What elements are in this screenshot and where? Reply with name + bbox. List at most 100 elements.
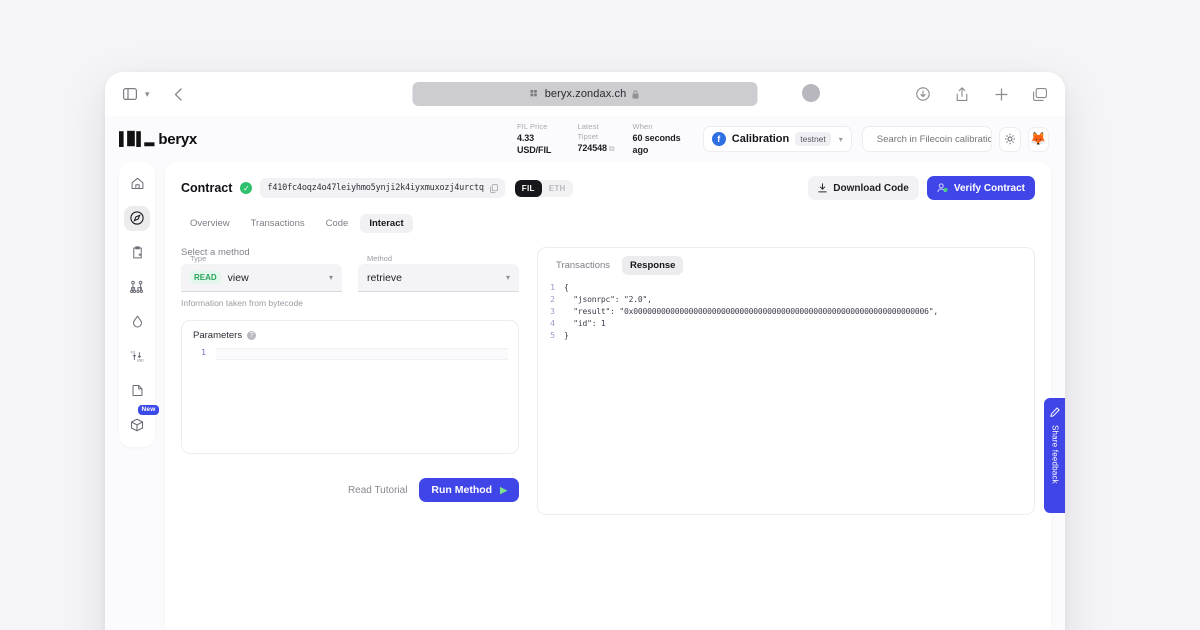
verify-icon [937,183,948,193]
tabs-icon[interactable] [1029,83,1051,105]
waveform-icon: ▌▊▌▂ [119,131,154,146]
sidebar-item-docs[interactable] [124,378,150,404]
wallet-extension-button[interactable]: 🦊 [1027,126,1050,152]
network-stats: FIL Price 4.33 USD/FIL Latest Tipset 724… [517,122,685,156]
code-line: 5 } [538,330,1034,342]
search-input[interactable] [876,133,992,145]
parameters-header: Parameters ? [182,321,518,348]
sidebar-item-home[interactable] [124,171,150,197]
sidebar-item-rates[interactable]: FIL USD [124,344,150,370]
contract-header: Contract ✓ f410fc4oqz4o47leiyhmo5ynji2k4… [181,176,1035,200]
line-number: 2 [550,295,555,304]
code-text: "result": "0x000000000000000000000000000… [564,307,938,316]
page-title: Contract [181,181,233,195]
settings-button[interactable] [999,126,1021,152]
line-number: 4 [550,319,555,328]
code-text: "id": 1 [564,319,606,328]
sidebar-item-contracts[interactable] [124,240,150,266]
network-tag: testnet [795,132,831,146]
hierarchy-icon [130,281,143,294]
tab-interact[interactable]: Interact [360,214,413,233]
code-line: 4 "id": 1 [538,318,1034,330]
stat-fil-price: FIL Price 4.33 USD/FIL [517,122,560,156]
select-method-label: Select a method [181,247,250,258]
download-icon[interactable] [912,83,934,105]
fox-icon: 🦊 [1030,131,1047,146]
download-code-label: Download Code [833,182,909,194]
sidebar-toggle-icon[interactable] [119,83,141,105]
new-badge: New [138,404,159,415]
svg-text:USD: USD [137,359,144,363]
network-selector[interactable]: f Calibration testnet ▾ [702,126,852,152]
logo-text: beryx [158,130,197,148]
sidebar-item-mempool[interactable] [124,275,150,301]
tab-code[interactable]: Code [317,214,358,233]
droplet-icon [132,315,142,328]
header-actions: Download Code Verify Contract [808,176,1035,200]
copy-icon[interactable]: ⧉ [609,144,615,153]
extensions-icon[interactable] [802,84,820,102]
browser-window: ▾ beryx.zondax.ch ▌▊▌▂ beryx FIL Price 4… [105,72,1065,630]
tab-transactions[interactable]: Transactions [242,214,314,233]
cube-icon [130,418,144,432]
method-label: Method [367,254,393,263]
run-method-button[interactable]: Run Method ▶ [419,478,519,502]
address-bar[interactable]: beryx.zondax.ch [412,82,758,106]
browser-actions [912,83,1051,105]
stat-value: 4.33 USD/FIL [516,133,552,155]
chevron-down-icon[interactable]: ▾ [145,89,150,100]
site-settings-icon [530,89,537,96]
chevron-down-icon: ▾ [838,134,843,144]
help-icon[interactable]: ? [247,331,257,340]
global-search[interactable] [861,126,993,152]
beryx-app: ▌▊▌▂ beryx FIL Price 4.33 USD/FIL Latest… [105,116,1065,630]
share-feedback-tab[interactable]: Share feedback [1044,398,1065,513]
svg-text:FIL: FIL [131,351,136,355]
page-backdrop: ▾ beryx.zondax.ch ▌▊▌▂ beryx FIL Price 4… [0,0,1200,630]
copy-icon[interactable] [489,183,498,193]
stat-when: When 60 seconds ago [633,122,685,156]
sidebar-item-resources[interactable]: New [124,404,159,439]
method-select[interactable]: Method retrieve ▾ [358,254,519,292]
run-method-label: Run Method [431,484,493,496]
format-eth[interactable]: ETH [542,180,573,197]
parameters-editor[interactable]: 1 [182,348,518,360]
method-pane: Select a method Type READ view ▾ Method [181,247,519,515]
share-icon[interactable] [951,83,973,105]
response-tab-transactions[interactable]: Transactions [548,256,618,275]
beryx-logo[interactable]: ▌▊▌▂ beryx [119,131,197,148]
tab-overview[interactable]: Overview [181,214,239,233]
run-row: Read Tutorial Run Method ▶ [181,478,519,502]
back-icon[interactable] [168,83,190,105]
stat-label: When [632,122,653,131]
code-text: { [564,283,569,292]
app-body: FIL USD New Contract ✓ f410fc4oqz4o47lei… [105,162,1065,630]
url-text: beryx.zondax.ch [544,88,627,100]
address-format-toggle[interactable]: FIL ETH [514,179,573,197]
parameter-input[interactable] [216,348,508,360]
file-icon [132,385,142,397]
network-name: Calibration [731,133,790,145]
format-fil[interactable]: FIL [514,179,542,197]
type-label: Type [190,254,207,263]
sidebar-item-faucet[interactable] [124,309,150,335]
line-number: 1 [201,348,206,357]
clipboard-star-icon [132,246,142,259]
contract-page: Contract ✓ f410fc4oqz4o47leiyhmo5ynji2k4… [165,162,1051,630]
method-value: retrieve [367,271,403,284]
chevron-down-icon: ▾ [505,273,510,282]
type-select[interactable]: Type READ view ▾ [181,254,342,292]
sidebar-item-explore[interactable] [124,205,150,231]
line-number: 3 [550,307,555,316]
app-header: ▌▊▌▂ beryx FIL Price 4.33 USD/FIL Latest… [105,116,1065,162]
new-tab-icon[interactable] [990,83,1012,105]
verify-contract-button[interactable]: Verify Contract [926,176,1035,200]
code-text: "jsonrpc": "2.0", [564,295,652,304]
type-value: view [227,271,249,284]
read-tutorial-link[interactable]: Read Tutorial [348,485,407,496]
pencil-icon [1050,407,1060,417]
download-code-button[interactable]: Download Code [808,176,919,200]
contract-address-chip[interactable]: f410fc4oqz4o47leiyhmo5ynji2k4iyxmuxozj4u… [260,178,505,198]
response-tab-response[interactable]: Response [622,256,684,275]
share-feedback-label: Share feedback [1050,425,1060,484]
